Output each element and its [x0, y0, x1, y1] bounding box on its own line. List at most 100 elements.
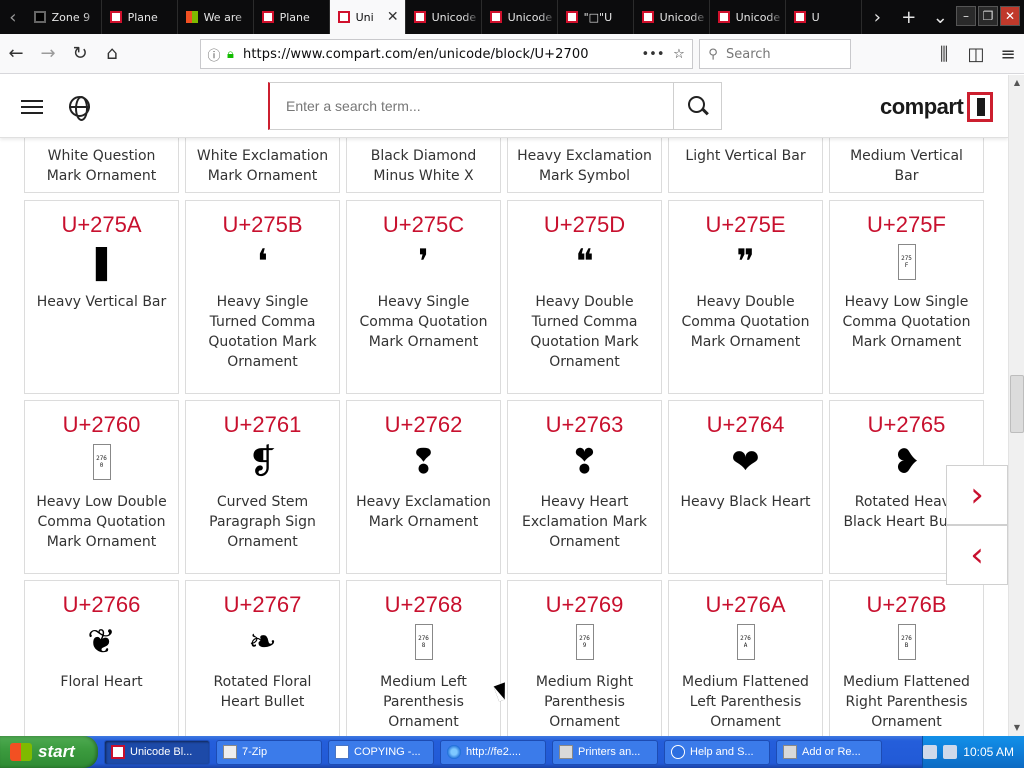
character-code[interactable]: U+275B — [186, 212, 339, 238]
home-icon[interactable]: ⌂ — [96, 38, 128, 70]
character-code[interactable]: U+2768 — [347, 592, 500, 618]
character-card[interactable]: U+2762 ❢ Heavy Exclamation Mark Ornament — [346, 400, 501, 574]
browser-tab[interactable]: Unicode — [710, 0, 786, 34]
forward-icon[interactable]: → — [32, 38, 64, 70]
vertical-scrollbar[interactable]: ▲ ▼ — [1008, 75, 1024, 736]
browser-tab[interactable]: "□"U — [558, 0, 634, 34]
character-card[interactable]: U+276B 276B Medium Flattened Right Parenth… — [829, 580, 984, 736]
character-name[interactable]: Heavy Double Turned Comma Quotation Mark… — [508, 286, 661, 372]
character-name[interactable]: Heavy Black Heart — [669, 486, 822, 512]
bookmark-star-icon[interactable]: ☆ — [666, 47, 692, 62]
character-card[interactable]: Light Vertical Bar — [668, 129, 823, 193]
character-card[interactable]: U+275E ❞ Heavy Double Comma Quotation Mark… — [668, 200, 823, 394]
character-name[interactable]: White Question Mark Ornament — [25, 130, 178, 186]
url-text[interactable]: https://www.compart.com/en/unicode/block… — [243, 47, 640, 62]
character-card[interactable]: Black Diamond Minus White X — [346, 129, 501, 193]
character-name[interactable]: Heavy Low Single Comma Quotation Mark Or… — [830, 286, 983, 352]
character-name[interactable]: Medium Flattened Right Parenthesis Ornam… — [830, 666, 983, 732]
character-code[interactable]: U+2767 — [186, 592, 339, 618]
character-card[interactable]: U+2760 2760 Heavy Low Double Comma Quotati… — [24, 400, 179, 574]
character-code[interactable]: U+2766 — [25, 592, 178, 618]
character-card[interactable]: Heavy Exclamation Mark Symbol — [507, 129, 662, 193]
character-card[interactable]: White Question Mark Ornament — [24, 129, 179, 193]
character-code[interactable]: U+275E — [669, 212, 822, 238]
character-card[interactable]: U+2766 ❦ Floral Heart — [24, 580, 179, 736]
character-card[interactable]: U+2767 ❧ Rotated Floral Heart Bullet — [185, 580, 340, 736]
library-icon[interactable]: ⫼ — [928, 38, 960, 70]
character-name[interactable]: Heavy Single Comma Quotation Mark Orname… — [347, 286, 500, 352]
sidebar-icon[interactable]: ◫ — [960, 38, 992, 70]
character-code[interactable]: U+2760 — [25, 412, 178, 438]
browser-tab[interactable]: We are — [178, 0, 254, 34]
character-card[interactable]: U+276A 276A Medium Flattened Left Parenthe… — [668, 580, 823, 736]
character-card[interactable]: U+275A ❚ Heavy Vertical Bar — [24, 200, 179, 394]
character-name[interactable]: Heavy Vertical Bar — [25, 286, 178, 312]
browser-tab[interactable]: Unicode — [634, 0, 710, 34]
browser-tab[interactable]: Plane — [254, 0, 330, 34]
character-code[interactable]: U+2765 — [830, 412, 983, 438]
reload-icon[interactable]: ↻ — [64, 38, 96, 70]
compart-logo[interactable]: compart — [880, 90, 994, 124]
character-code[interactable]: U+2763 — [508, 412, 661, 438]
character-name[interactable]: Black Diamond Minus White X — [347, 130, 500, 186]
scroll-up-icon[interactable]: ▲ — [1009, 75, 1024, 91]
character-code[interactable]: U+2762 — [347, 412, 500, 438]
menu-icon[interactable]: ≡ — [992, 38, 1024, 70]
browser-tab[interactable]: Zone 9 — [26, 0, 102, 34]
character-card[interactable]: U+275B ❛ Heavy Single Turned Comma Quotati… — [185, 200, 340, 394]
character-name[interactable]: White Exclamation Mark Ornament — [186, 130, 339, 186]
tab-scroll-right-icon[interactable]: › — [862, 0, 893, 34]
taskbar-button[interactable]: Help and S... — [664, 739, 770, 765]
character-card[interactable]: U+275D ❝ Heavy Double Turned Comma Quotati… — [507, 200, 662, 394]
page-actions-icon[interactable]: ••• — [640, 47, 666, 62]
previous-page-arrow-icon[interactable]: ‹ — [946, 525, 1008, 585]
next-page-arrow-icon[interactable]: › — [946, 465, 1008, 525]
tab-scroll-left-icon[interactable]: ‹ — [0, 0, 26, 34]
character-code[interactable]: U+275D — [508, 212, 661, 238]
character-card[interactable]: Medium Vertical Bar — [829, 129, 984, 193]
tray-keyboard-icon[interactable] — [923, 745, 938, 759]
start-button[interactable]: start — [0, 736, 98, 768]
scroll-down-icon[interactable]: ▼ — [1009, 720, 1024, 736]
site-search-input[interactable] — [270, 83, 673, 129]
taskbar-button[interactable]: Add or Re... — [776, 739, 882, 765]
character-card[interactable]: U+2761 ❡ Curved Stem Paragraph Sign Orname… — [185, 400, 340, 574]
character-name[interactable]: Medium Right Parenthesis Ornament — [508, 666, 661, 732]
character-code[interactable]: U+275F — [830, 212, 983, 238]
minimize-icon[interactable]: – — [956, 6, 976, 26]
close-tab-icon[interactable]: ✕ — [387, 9, 399, 25]
character-name[interactable]: Medium Left Parenthesis Ornament — [347, 666, 500, 732]
character-name[interactable]: Heavy Exclamation Mark Symbol — [508, 130, 661, 186]
character-card[interactable]: U+2763 ❣ Heavy Heart Exclamation Mark Orna… — [507, 400, 662, 574]
character-code[interactable]: U+2764 — [669, 412, 822, 438]
taskbar-button[interactable]: http://fe2.... — [440, 739, 546, 765]
browser-search-field[interactable]: ⚲ Search — [699, 39, 851, 69]
character-name[interactable]: Heavy Heart Exclamation Mark Ornament — [508, 486, 661, 552]
info-icon[interactable]: ⓘ — [201, 45, 227, 64]
character-name[interactable]: Heavy Low Double Comma Quotation Mark Or… — [25, 486, 178, 552]
close-window-icon[interactable]: ✕ — [1000, 6, 1020, 26]
character-name[interactable]: Heavy Double Comma Quotation Mark Orname… — [669, 286, 822, 352]
scrollbar-thumb[interactable] — [1010, 375, 1024, 433]
character-code[interactable]: U+275C — [347, 212, 500, 238]
restore-icon[interactable]: ❐ — [978, 6, 998, 26]
browser-tab[interactable]: Unicode — [482, 0, 558, 34]
character-code[interactable]: U+276A — [669, 592, 822, 618]
character-code[interactable]: U+2769 — [508, 592, 661, 618]
character-card[interactable]: White Exclamation Mark Ornament — [185, 129, 340, 193]
character-card[interactable]: U+275C ❜ Heavy Single Comma Quotation Mark… — [346, 200, 501, 394]
site-search-button[interactable] — [673, 83, 721, 129]
lock-icon[interactable]: 🔒︎ — [227, 47, 243, 62]
character-name[interactable]: Rotated Floral Heart Bullet — [186, 666, 339, 712]
character-name[interactable]: Heavy Single Turned Comma Quotation Mark… — [186, 286, 339, 372]
back-icon[interactable]: ← — [0, 38, 32, 70]
character-name[interactable]: Medium Flattened Left Parenthesis Orname… — [669, 666, 822, 732]
character-name[interactable]: Heavy Exclamation Mark Ornament — [347, 486, 500, 532]
character-name[interactable]: Floral Heart — [25, 666, 178, 692]
tray-volume-icon[interactable] — [943, 745, 958, 759]
character-code[interactable]: U+2761 — [186, 412, 339, 438]
character-card[interactable]: U+2769 2769 Medium Right Parenthesis Ornam… — [507, 580, 662, 736]
character-code[interactable]: U+275A — [25, 212, 178, 238]
character-card[interactable]: U+2764 ❤ Heavy Black Heart — [668, 400, 823, 574]
browser-tab[interactable]: Unicode — [406, 0, 482, 34]
